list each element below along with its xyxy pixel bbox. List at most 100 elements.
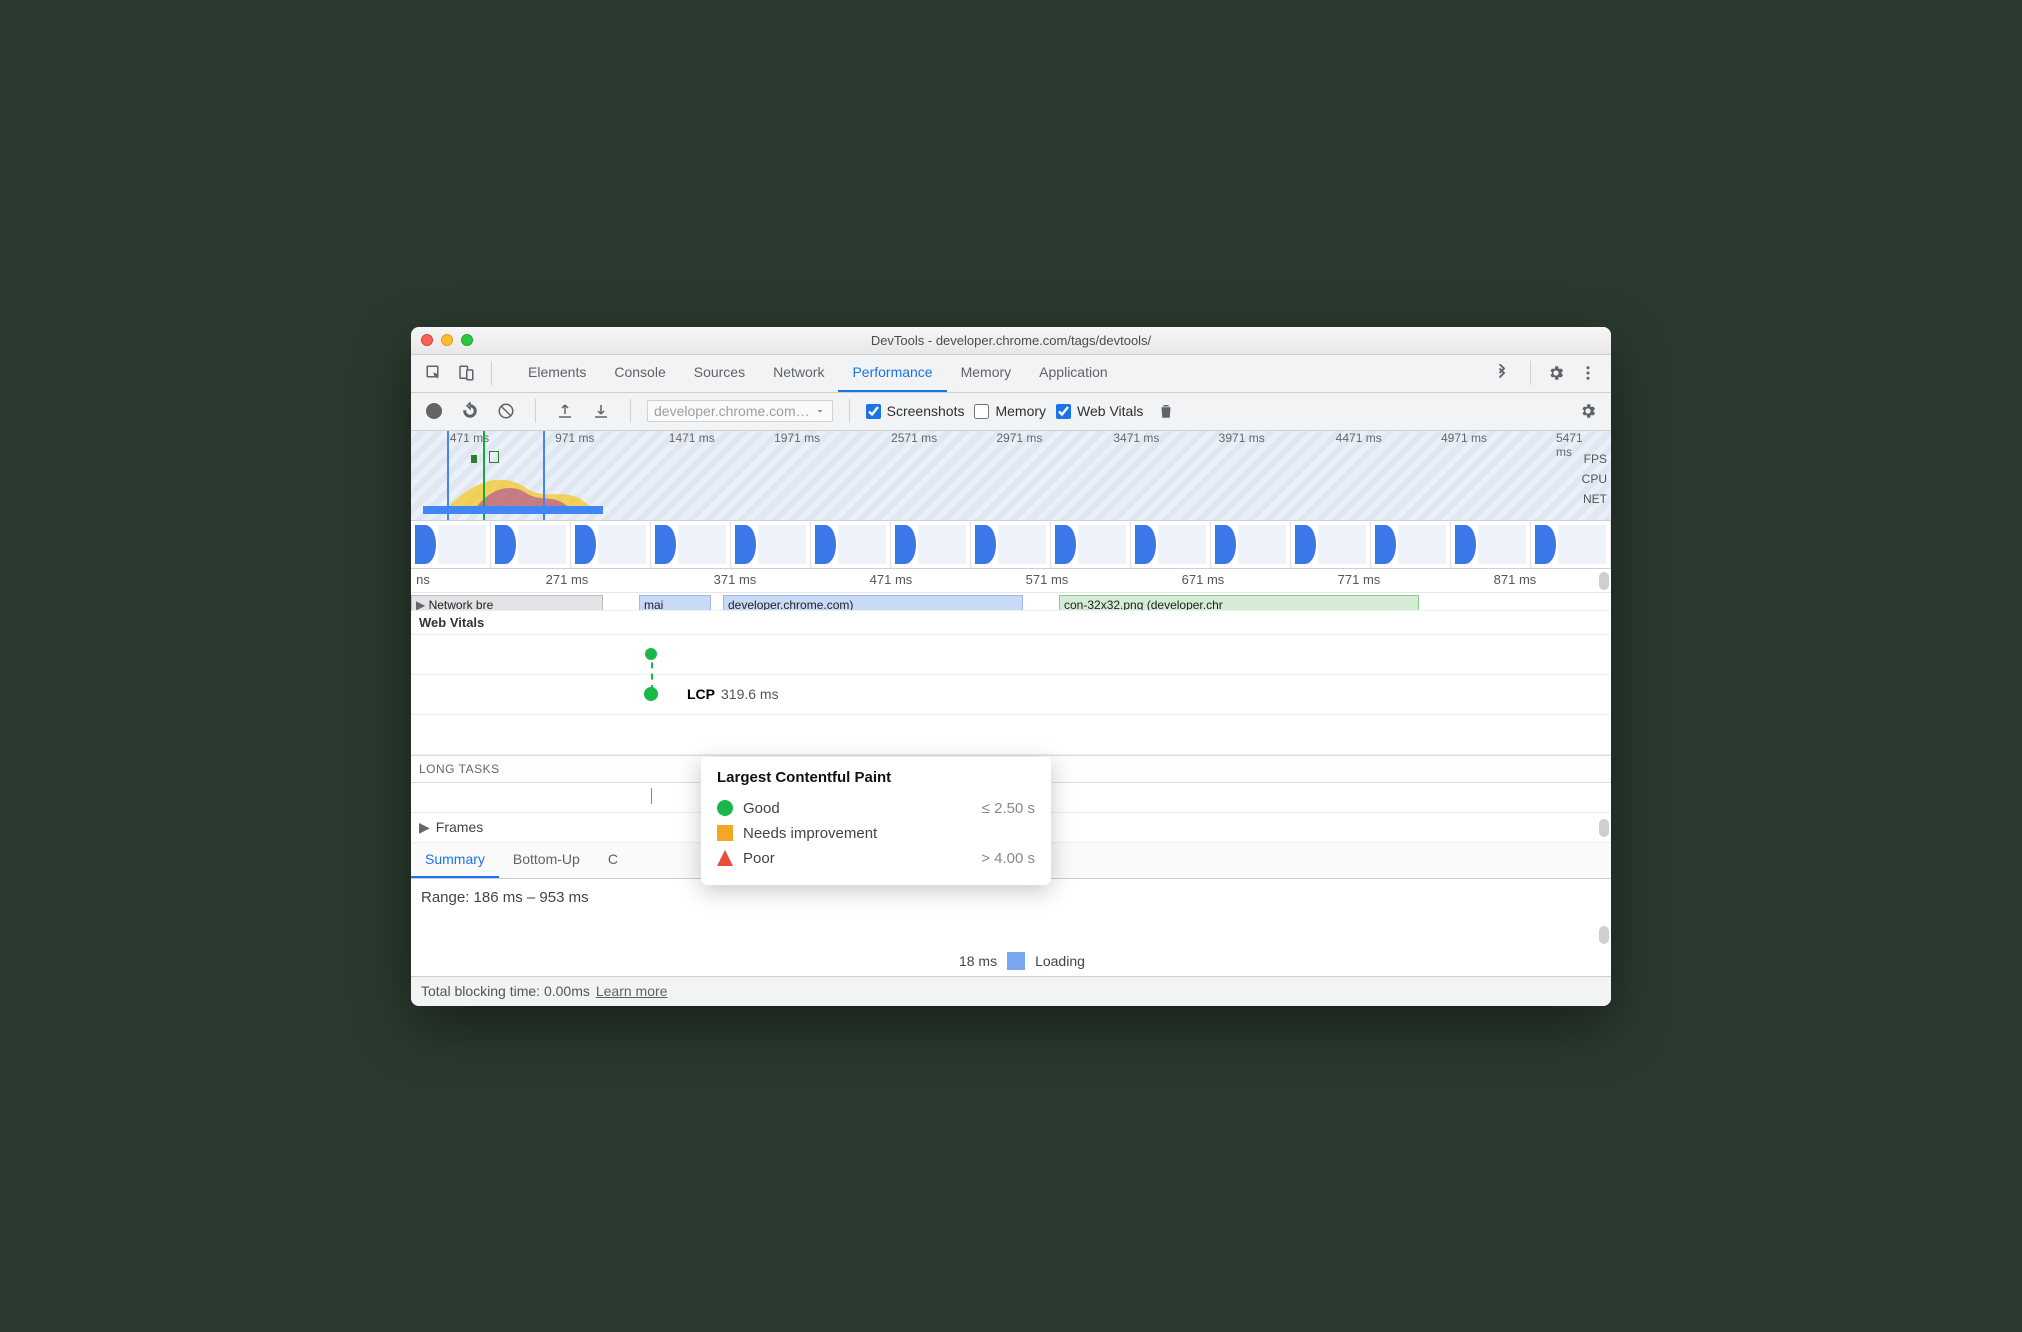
tooltip-row-ni: Needs improvement — [717, 821, 1035, 846]
network-bar-label: Network bre — [429, 598, 494, 611]
flame-bar[interactable]: mai — [639, 595, 711, 611]
screenshot-thumb[interactable] — [571, 521, 651, 568]
tab-memory[interactable]: Memory — [947, 355, 1026, 392]
screenshots-checkbox[interactable]: Screenshots — [866, 403, 965, 419]
lcp-marker[interactable] — [644, 687, 658, 701]
zoom-window-button[interactable] — [461, 334, 473, 346]
tab-network[interactable]: Network — [759, 355, 838, 392]
screenshot-thumb[interactable] — [1131, 521, 1211, 568]
traffic-lights — [421, 334, 473, 346]
flame-bar[interactable]: con-32x32.png (developer.chr — [1059, 595, 1419, 611]
collect-garbage-button[interactable] — [1153, 398, 1179, 424]
expand-frames-icon[interactable]: ▶ — [419, 819, 430, 836]
screenshot-thumb[interactable] — [1211, 521, 1291, 568]
screenshots-checkbox-input[interactable] — [866, 404, 881, 419]
details-tab-bottomup[interactable]: Bottom-Up — [499, 843, 594, 878]
screenshot-thumb[interactable] — [411, 521, 491, 568]
performance-toolbar: developer.chrome.com… Screenshots Memory… — [411, 393, 1611, 431]
details-tab-partial[interactable]: C — [594, 843, 632, 878]
flame-ruler[interactable]: ns 271 ms 371 ms 471 ms 571 ms 671 ms 77… — [411, 569, 1611, 593]
memory-checkbox[interactable]: Memory — [974, 403, 1046, 419]
reload-record-button[interactable] — [457, 398, 483, 424]
separator — [535, 399, 536, 423]
separator — [630, 399, 631, 423]
screenshot-thumb[interactable] — [811, 521, 891, 568]
webvitals-lane-lcp[interactable]: LCP319.6 ms — [411, 675, 1611, 715]
scrollbar[interactable] — [1599, 572, 1609, 590]
tab-application[interactable]: Application — [1025, 355, 1122, 392]
overview-tick: 4971 ms — [1441, 431, 1487, 445]
screenshot-thumb[interactable] — [491, 521, 571, 568]
poor-icon — [717, 850, 733, 866]
mac-titlebar: DevTools - developer.chrome.com/tags/dev… — [411, 327, 1611, 355]
overview-tick: 3471 ms — [1113, 431, 1159, 445]
devtools-window: DevTools - developer.chrome.com/tags/dev… — [411, 327, 1611, 1006]
capture-settings-button[interactable] — [1575, 398, 1601, 424]
screenshot-thumb[interactable] — [1291, 521, 1371, 568]
tab-elements[interactable]: Elements — [514, 355, 600, 392]
webvitals-header: Web Vitals — [411, 611, 1611, 635]
tooltip-title: Largest Contentful Paint — [717, 769, 1035, 786]
range-text: Range: 186 ms – 953 ms — [411, 879, 1611, 946]
flame-tick: 871 ms — [1494, 572, 1537, 587]
network-lane[interactable]: ▶ Network bre mai developer.chrome.com) … — [411, 593, 1611, 611]
separator — [491, 361, 492, 385]
flame-tick: 571 ms — [1026, 572, 1069, 587]
screenshot-thumb[interactable] — [731, 521, 811, 568]
screenshot-thumb[interactable] — [971, 521, 1051, 568]
screenshot-thumb[interactable] — [1371, 521, 1451, 568]
devtools-tabbar: Elements Console Sources Network Perform… — [411, 355, 1611, 393]
details-tab-summary[interactable]: Summary — [411, 843, 499, 878]
kebab-menu-button[interactable] — [1575, 360, 1601, 386]
scrollbar[interactable] — [1599, 926, 1609, 944]
tooltip-row-good: Good ≤ 2.50 s — [717, 796, 1035, 821]
good-icon — [717, 800, 733, 816]
tab-performance[interactable]: Performance — [838, 355, 946, 392]
loading-swatch — [1007, 952, 1025, 970]
recording-selector[interactable]: developer.chrome.com… — [647, 400, 833, 422]
flame-tick: ns — [416, 572, 430, 587]
screenshot-thumb[interactable] — [651, 521, 731, 568]
inspect-element-button[interactable] — [421, 360, 447, 386]
frames-label: Frames — [436, 819, 483, 835]
screenshot-thumb[interactable] — [1451, 521, 1531, 568]
flame-bar[interactable]: developer.chrome.com) — [723, 595, 1023, 611]
summary-legend-row: 18 ms Loading — [411, 946, 1611, 976]
panel-tabs: Elements Console Sources Network Perform… — [514, 355, 1478, 392]
flame-tick: 371 ms — [714, 572, 757, 587]
status-bar: Total blocking time: 0.00ms Learn more — [411, 976, 1611, 1006]
overview-pane[interactable]: 471 ms 971 ms 1471 ms 1971 ms 2571 ms 29… — [411, 431, 1611, 521]
net-bar — [423, 506, 603, 514]
minimize-window-button[interactable] — [441, 334, 453, 346]
overview-tick: 1471 ms — [669, 431, 715, 445]
overview-tick: 5471 ms — [1556, 431, 1583, 459]
settings-button[interactable] — [1543, 360, 1569, 386]
overview-tick: 1971 ms — [774, 431, 820, 445]
webvitals-marker[interactable] — [645, 648, 657, 660]
device-toolbar-button[interactable] — [453, 360, 479, 386]
memory-checkbox-input[interactable] — [974, 404, 989, 419]
close-window-button[interactable] — [421, 334, 433, 346]
webvitals-checkbox-input[interactable] — [1056, 404, 1071, 419]
save-profile-button[interactable] — [588, 398, 614, 424]
screenshot-thumb[interactable] — [1531, 521, 1611, 568]
tab-sources[interactable]: Sources — [680, 355, 759, 392]
webvitals-label: Web Vitals — [1077, 403, 1143, 419]
screenshot-thumb[interactable] — [1051, 521, 1131, 568]
webvitals-lane-fcp[interactable] — [411, 635, 1611, 675]
clear-button[interactable] — [493, 398, 519, 424]
webvitals-checkbox[interactable]: Web Vitals — [1056, 403, 1143, 419]
tab-console[interactable]: Console — [600, 355, 679, 392]
load-profile-button[interactable] — [552, 398, 578, 424]
scrollbar[interactable] — [1599, 819, 1609, 837]
learn-more-link[interactable]: Learn more — [596, 983, 668, 999]
recording-selector-label: developer.chrome.com… — [654, 403, 810, 419]
screenshot-thumb[interactable] — [891, 521, 971, 568]
overview-ruler: 471 ms 971 ms 1471 ms 1971 ms 2571 ms 29… — [411, 431, 1581, 449]
record-button[interactable] — [421, 398, 447, 424]
lcp-label: LCP319.6 ms — [687, 686, 779, 702]
screenshots-filmstrip[interactable] — [411, 521, 1611, 569]
loading-value: 18 ms — [937, 953, 997, 969]
more-tabs-button[interactable] — [1484, 364, 1518, 382]
separator — [1530, 361, 1531, 385]
